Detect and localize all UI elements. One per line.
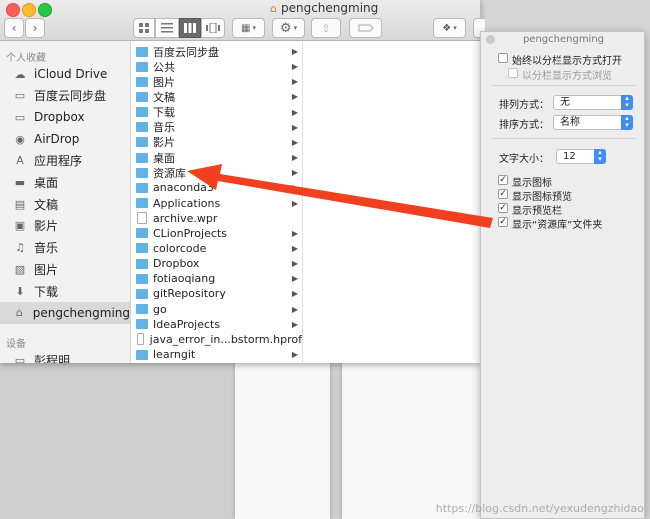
- red-arrow-icon: [187, 164, 493, 228]
- annotation-arrow: [187, 164, 493, 228]
- watermark: https://blog.csdn.net/yexudengzhidao: [435, 502, 644, 515]
